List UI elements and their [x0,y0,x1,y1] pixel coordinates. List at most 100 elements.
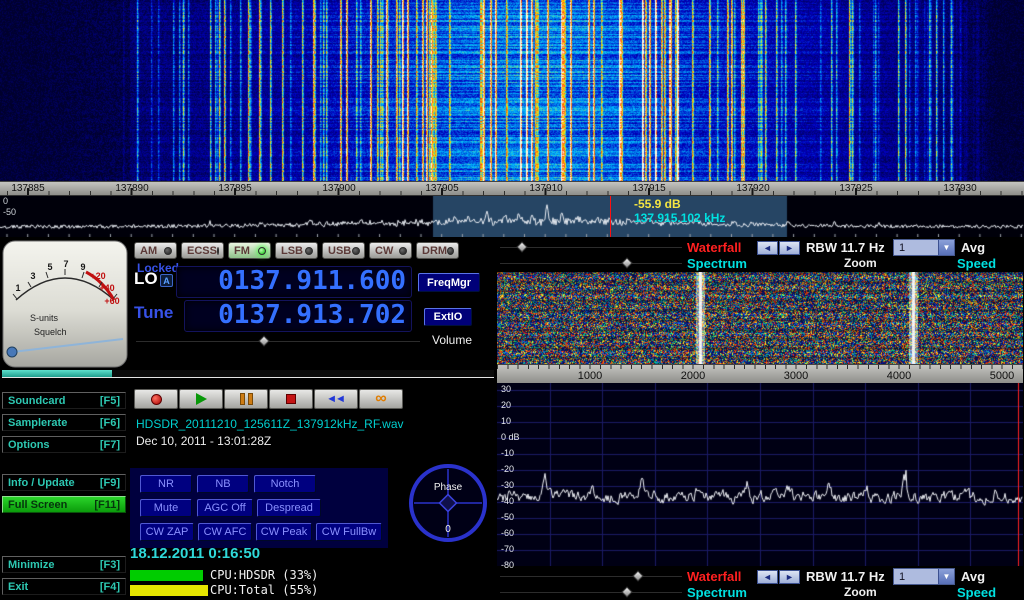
samplerate-button[interactable]: Samplerate [F6] [2,414,126,431]
right-arrow-icon: ► [785,572,794,582]
axis-label: 1000 [578,370,602,382]
mode-led-icon [399,247,407,255]
mode-button-usb[interactable]: USB [322,242,365,259]
scale-label: 137885 [11,183,44,194]
play-icon [196,393,207,405]
loop-button[interactable]: ∞ [359,389,403,409]
lo-a-badge[interactable]: A [160,274,173,287]
mode-button-cw[interactable]: CW [369,242,412,259]
mute-button[interactable]: Mute [140,499,192,517]
lo-frequency-display[interactable]: 0137.911.600 [176,266,412,298]
slider-thumb[interactable] [516,241,527,252]
bottom-zoom-spinner[interactable]: ◄ ► [757,570,800,584]
mode-button-lsb[interactable]: LSB [275,242,318,259]
slider-thumb[interactable] [633,570,644,581]
mode-button-drm[interactable]: DRM [416,242,459,259]
axis-label: 2000 [681,370,705,382]
exit-button[interactable]: Exit [F4] [2,578,126,595]
left-arrow-button[interactable]: ◄ [757,570,778,584]
main-spectrum-display[interactable]: 0 -50 -55.9 dB 137.915.102 kHz [0,196,1024,237]
button-label: Info / Update [8,477,75,489]
frequency-scale[interactable]: 137885 137890 137895 137900 137905 13791… [0,181,1024,196]
stop-button[interactable] [269,389,313,409]
volume-slider[interactable] [136,337,420,347]
rf-waterfall-axis[interactable]: 1000 2000 3000 4000 5000 [497,364,1023,383]
tune-frequency-display[interactable]: 0137.913.702 [184,300,412,332]
mode-led-icon [352,247,360,255]
s-meter-scale-label: 3 [30,271,35,281]
cw-fullbw-button[interactable]: CW FullBw [316,523,382,541]
mode-led-icon [217,247,219,255]
avg-selected-value: 1 [894,569,938,584]
mode-label: CW [375,245,393,257]
fullscreen-button[interactable]: Full Screen [F11] [2,496,126,513]
freqmgr-button[interactable]: FreqMgr [418,273,480,292]
slider-thumb[interactable] [258,335,269,346]
bottom-avg-label: Avg [961,569,985,584]
top-zoom-label: Zoom [844,256,877,270]
hdsdr-window: 137885 137890 137895 137900 137905 13791… [0,0,1024,600]
chevron-down-icon[interactable]: ▼ [938,240,954,255]
top-spectrum-slider[interactable] [500,259,682,269]
s-meter-pivot[interactable] [7,347,17,357]
right-arrow-button[interactable]: ► [779,241,800,255]
nr-button[interactable]: NR [140,475,192,493]
main-waterfall-display[interactable] [0,0,1024,181]
bottom-spectrum-slider[interactable] [500,588,682,598]
axis-minor-ticks [497,365,1023,369]
s-units-label: S-units [30,313,59,323]
bottom-waterfall-slider[interactable] [500,572,682,582]
fkey-label: [F6] [100,417,120,429]
cw-afc-button[interactable]: CW AFC [198,523,252,541]
mode-label: AM [140,245,157,257]
slider-thumb[interactable] [622,257,633,268]
axis-label: 3000 [784,370,808,382]
top-waterfall-slider[interactable] [500,243,682,253]
extio-button[interactable]: ExtIO [424,308,472,326]
cw-peak-button[interactable]: CW Peak [256,523,312,541]
volume-label: Volume [432,333,472,347]
button-label: Minimize [8,559,54,571]
rewind-button[interactable]: ◄◄ [314,389,358,409]
top-zoom-spinner[interactable]: ◄ ► [757,241,800,255]
signal-level-readout: -55.9 dB [634,197,725,211]
scale-label: 137905 [425,183,458,194]
phase-indicator[interactable]: Phase 0 [406,459,490,545]
slider-thumb[interactable] [622,586,633,597]
rf-waterfall-display[interactable] [497,272,1023,364]
soundcard-button[interactable]: Soundcard [F5] [2,392,126,409]
mode-button-ecss[interactable]: ECSS [181,242,224,259]
scale-major-ticks [27,188,1024,195]
chevron-down-icon[interactable]: ▼ [938,569,954,584]
right-arrow-icon: ► [785,243,794,253]
notch-button[interactable]: Notch [254,475,316,493]
mode-led-icon [164,247,172,255]
squelch-level-bar[interactable] [2,370,494,378]
tune-cursor-line [610,196,611,237]
minimize-button[interactable]: Minimize [F3] [2,556,126,573]
options-button[interactable]: Options [F7] [2,436,126,453]
info-update-button[interactable]: Info / Update [F9] [2,474,126,491]
right-arrow-button[interactable]: ► [779,570,800,584]
fkey-label: [F4] [100,581,120,593]
bottom-avg-select[interactable]: 1 ▼ [893,568,955,585]
agc-off-button[interactable]: AGC Off [197,499,253,517]
pause-button[interactable] [224,389,268,409]
rf-spectrum-display[interactable] [497,383,1023,566]
nb-button[interactable]: NB [197,475,249,493]
record-button[interactable] [134,389,178,409]
despread-button[interactable]: Despread [257,499,321,517]
scale-label: 137890 [115,183,148,194]
scale-label: 137910 [529,183,562,194]
s-meter-scale-label: 7 [63,259,68,269]
top-spectrum-label: Spectrum [687,256,747,271]
mode-button-fm[interactable]: FM [228,242,271,259]
cw-zap-button[interactable]: CW ZAP [140,523,194,541]
mode-button-am[interactable]: AM [134,242,177,259]
fkey-label: [F7] [100,439,120,451]
left-arrow-button[interactable]: ◄ [757,241,778,255]
slider-track [500,576,682,577]
top-avg-select[interactable]: 1 ▼ [893,239,955,256]
mode-label: ECSS [187,245,217,257]
play-button[interactable] [179,389,223,409]
